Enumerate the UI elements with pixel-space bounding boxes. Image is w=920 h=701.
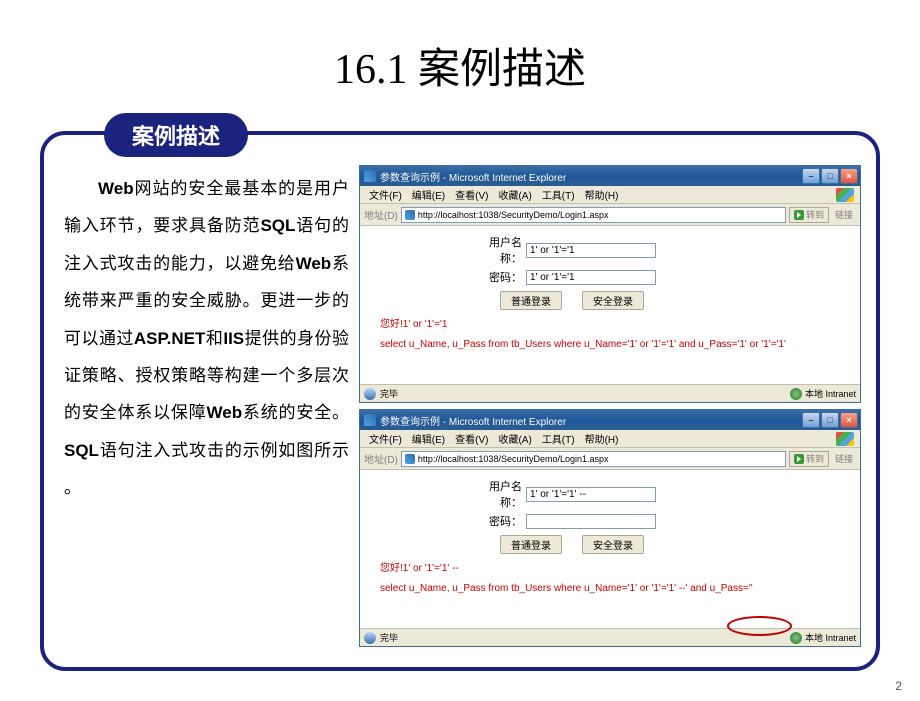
maximize-button[interactable]: □ [821,412,839,428]
menu-tools[interactable]: 工具(T) [539,187,578,202]
address-bar: 地址(D) http://localhost:1038/SecurityDemo… [360,448,860,470]
normal-login-button[interactable]: 普通登录 [500,535,562,554]
secure-login-button[interactable]: 安全登录 [582,291,644,310]
body-paragraph: Web网站的安全最基本的是用户输入环节，要求具备防范SQL语句的注入式攻击的能力… [59,165,349,652]
username-input[interactable]: 1' or '1'='1 [526,243,656,258]
password-label: 密码： [470,513,526,529]
menu-tools[interactable]: 工具(T) [539,431,578,446]
page-content: 用户名称： 1' or '1'='1' -- 密码： 普通登录 安全登录 您好!… [360,470,860,628]
zone-icon [790,388,802,400]
password-input[interactable] [526,514,656,529]
menu-help[interactable]: 帮助(H) [582,431,622,446]
slide-title: 16.1 案例描述 [0,0,920,111]
address-label: 地址(D) [364,451,398,466]
username-input[interactable]: 1' or '1'='1' -- [526,487,656,502]
sql-output: select u_Name, u_Pass from tb_Users wher… [380,338,840,352]
minimize-button[interactable]: – [802,168,820,184]
windows-logo-icon [836,432,854,446]
url-text: http://localhost:1038/SecurityDemo/Login… [418,454,609,464]
greeting-text: 您好!1' or '1'='1 [380,318,840,332]
status-bar: 完毕 本地 Intranet [360,628,860,646]
menu-view[interactable]: 查看(V) [452,431,491,446]
page-content: 用户名称： 1' or '1'='1 密码： 1' or '1'='1 普通登录… [360,226,860,384]
ie-window-1: 参数查询示例 - Microsoft Internet Explorer – □… [359,165,861,403]
screenshots-column: 参数查询示例 - Microsoft Internet Explorer – □… [359,165,861,652]
close-button[interactable]: × [840,412,858,428]
status-icon [364,388,376,400]
password-input[interactable]: 1' or '1'='1 [526,270,656,285]
greeting-text: 您好!1' or '1'='1' -- [380,562,840,576]
menu-edit[interactable]: 编辑(E) [409,431,448,446]
page-number: 2 [895,679,902,693]
status-bar: 完毕 本地 Intranet [360,384,860,402]
url-input[interactable]: http://localhost:1038/SecurityDemo/Login… [401,451,786,467]
menu-file[interactable]: 文件(F) [366,431,405,446]
go-label: 转到 [806,452,824,465]
password-label: 密码： [470,269,526,285]
menu-fav[interactable]: 收藏(A) [495,431,534,446]
window-title: 参数查询示例 - Microsoft Internet Explorer [380,169,566,184]
menu-file[interactable]: 文件(F) [366,187,405,202]
menubar: 文件(F) 编辑(E) 查看(V) 收藏(A) 工具(T) 帮助(H) [360,186,860,204]
status-text: 完毕 [380,631,398,644]
ie-titlebar: 参数查询示例 - Microsoft Internet Explorer – □… [360,410,860,430]
ie-icon [364,414,376,426]
page-icon [405,454,415,464]
windows-logo-icon [836,188,854,202]
section-badge: 案例描述 [104,113,248,157]
go-button[interactable]: 转到 [789,207,829,223]
menu-view[interactable]: 查看(V) [452,187,491,202]
menu-edit[interactable]: 编辑(E) [409,187,448,202]
url-input[interactable]: http://localhost:1038/SecurityDemo/Login… [401,207,786,223]
ie-window-2: 参数查询示例 - Microsoft Internet Explorer – □… [359,409,861,647]
zone-icon [790,632,802,644]
close-button[interactable]: × [840,168,858,184]
window-title: 参数查询示例 - Microsoft Internet Explorer [380,413,566,428]
address-bar: 地址(D) http://localhost:1038/SecurityDemo… [360,204,860,226]
url-text: http://localhost:1038/SecurityDemo/Login… [418,210,609,220]
sql-output: select u_Name, u_Pass from tb_Users wher… [380,582,840,596]
username-label: 用户名称： [470,234,526,266]
secure-login-button[interactable]: 安全登录 [582,535,644,554]
minimize-button[interactable]: – [802,412,820,428]
go-icon [794,210,804,220]
page-icon [405,210,415,220]
go-icon [794,454,804,464]
links-label: 链接 [832,208,856,221]
menubar: 文件(F) 编辑(E) 查看(V) 收藏(A) 工具(T) 帮助(H) [360,430,860,448]
links-label: 链接 [832,452,856,465]
address-label: 地址(D) [364,207,398,222]
go-button[interactable]: 转到 [789,451,829,467]
content-box: 案例描述 Web网站的安全最基本的是用户输入环节，要求具备防范SQL语句的注入式… [40,131,880,671]
menu-fav[interactable]: 收藏(A) [495,187,534,202]
status-icon [364,632,376,644]
zone-text: 本地 Intranet [805,387,856,400]
menu-help[interactable]: 帮助(H) [582,187,622,202]
status-text: 完毕 [380,387,398,400]
ie-titlebar: 参数查询示例 - Microsoft Internet Explorer – □… [360,166,860,186]
go-label: 转到 [806,208,824,221]
normal-login-button[interactable]: 普通登录 [500,291,562,310]
ie-icon [364,170,376,182]
maximize-button[interactable]: □ [821,168,839,184]
username-label: 用户名称： [470,478,526,510]
zone-text: 本地 Intranet [805,631,856,644]
